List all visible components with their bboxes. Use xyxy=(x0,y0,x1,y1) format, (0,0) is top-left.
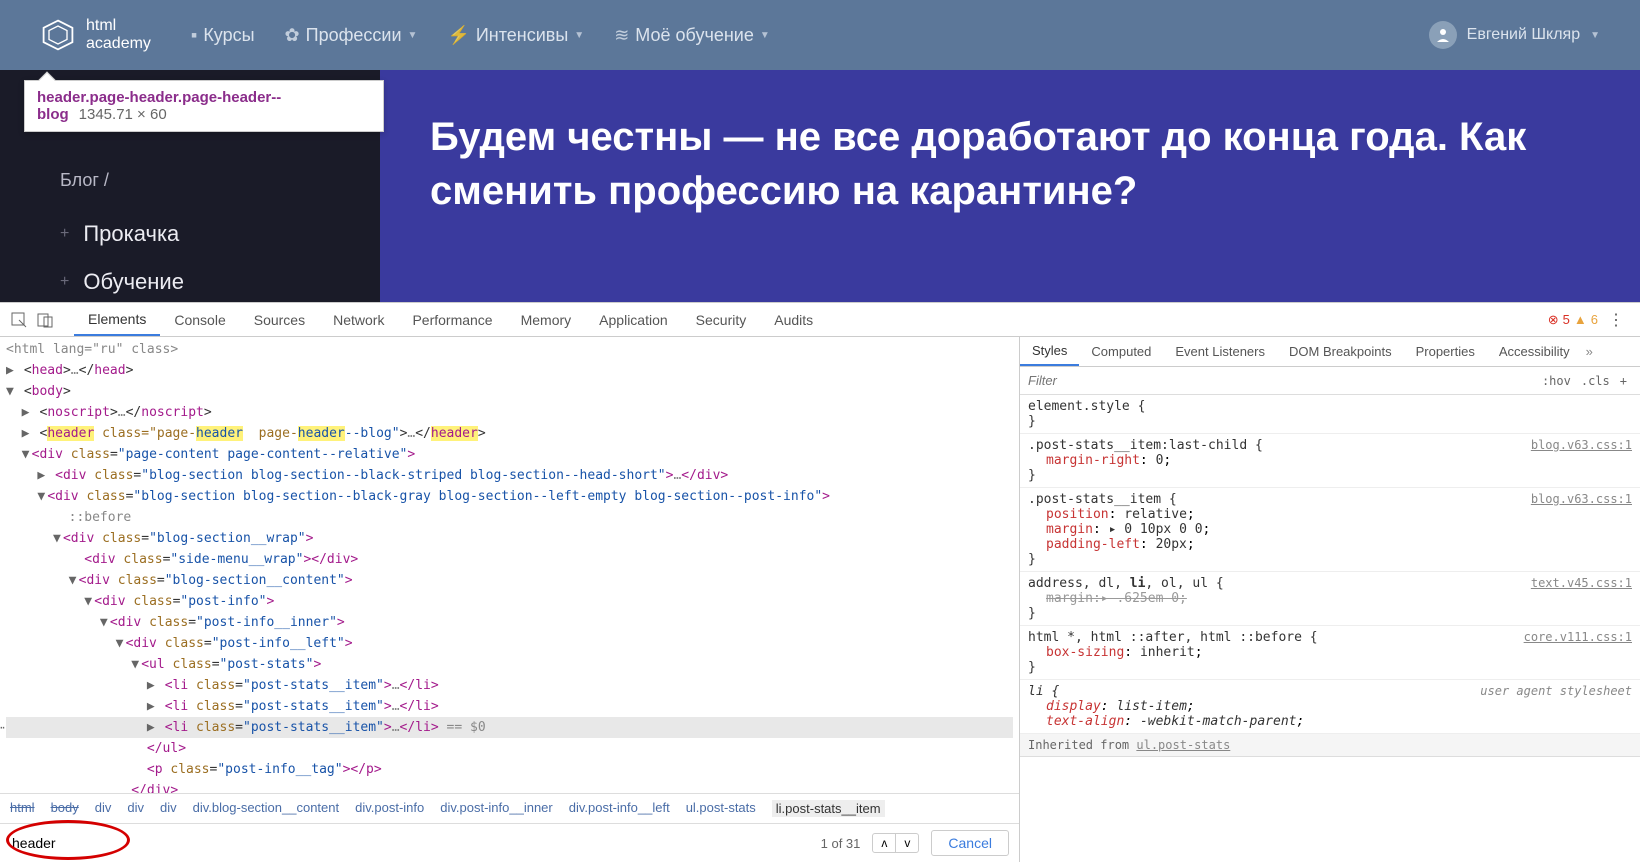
tab-elements[interactable]: Elements xyxy=(74,303,160,336)
book-icon: ≋ xyxy=(614,25,629,46)
rule-html-star[interactable]: core.v111.css:1 html *, html ::after, ht… xyxy=(1020,626,1640,680)
add-rule-button[interactable]: + xyxy=(1615,374,1632,388)
rule-user-agent-li[interactable]: user agent stylesheet li { display: list… xyxy=(1020,680,1640,734)
filter-input[interactable] xyxy=(1028,373,1537,388)
styles-tabs: Styles Computed Event Listeners DOM Brea… xyxy=(1020,337,1640,367)
search-next[interactable]: v xyxy=(896,834,918,852)
error-count: 5 xyxy=(1563,312,1570,327)
hero: Будем честны — не все доработают до конц… xyxy=(380,70,1640,302)
nav-intensives[interactable]: ⚡Интенсивы▼ xyxy=(447,25,584,46)
tab-dom-breakpoints[interactable]: DOM Breakpoints xyxy=(1277,337,1404,366)
logo-icon xyxy=(40,17,76,53)
tab-computed[interactable]: Computed xyxy=(1079,337,1163,366)
tab-accessibility[interactable]: Accessibility xyxy=(1487,337,1582,366)
styles-panel: Styles Computed Event Listeners DOM Brea… xyxy=(1020,337,1640,862)
chevron-down-icon: ▼ xyxy=(574,30,584,41)
inspect-icon[interactable] xyxy=(10,311,28,329)
warning-count: 6 xyxy=(1591,312,1598,327)
rule-element-style[interactable]: element.style { } xyxy=(1020,395,1640,434)
plus-icon: + xyxy=(60,273,69,291)
menu-icon[interactable]: ⋮ xyxy=(1602,310,1630,330)
breadcrumb[interactable]: Блог / xyxy=(60,170,340,191)
tooltip-dims: 1345.71 × 60 xyxy=(79,106,167,123)
rule-list-elements[interactable]: text.v45.css:1 address, dl, li, ol, ul {… xyxy=(1020,572,1640,626)
search-nav: ʌ v xyxy=(872,833,919,853)
elements-panel: <html lang="ru" class> ▶ <head>…</head> … xyxy=(0,337,1020,862)
logo-text: htmlacademy xyxy=(86,17,151,52)
logo[interactable]: htmlacademy xyxy=(40,17,151,53)
element-tooltip: header.page-header.page-header--blog1345… xyxy=(24,80,384,132)
search-prev[interactable]: ʌ xyxy=(873,834,896,852)
tab-security[interactable]: Security xyxy=(682,303,761,336)
user-name: Евгений Шкляр xyxy=(1467,26,1580,44)
source-link[interactable]: core.v111.css:1 xyxy=(1524,630,1632,644)
page-title: Будем честны — не все доработают до конц… xyxy=(430,110,1590,218)
bolt-icon: ⚡ xyxy=(447,25,469,46)
search-input[interactable] xyxy=(10,831,809,855)
rule-post-stats-item[interactable]: blog.v63.css:1 .post-stats__item { posit… xyxy=(1020,488,1640,572)
page-area: header.page-header.page-header--blog1345… xyxy=(0,70,1640,302)
chevron-down-icon: ▼ xyxy=(408,30,418,41)
chart-icon: ▪ xyxy=(191,25,197,46)
tab-styles[interactable]: Styles xyxy=(1020,337,1079,366)
device-icon[interactable] xyxy=(36,311,54,329)
hov-button[interactable]: :hov xyxy=(1537,374,1576,388)
selected-element[interactable]: ⋯ ▶ <li class="post-stats__item">…</li> … xyxy=(6,717,1013,738)
devtools-tabs: Elements Console Sources Network Perform… xyxy=(0,303,1640,337)
inherited-from[interactable]: Inherited from ul.post-stats xyxy=(1020,734,1640,757)
tab-memory[interactable]: Memory xyxy=(507,303,586,336)
nav-professions[interactable]: ✿Профессии▼ xyxy=(285,25,418,46)
tab-network[interactable]: Network xyxy=(319,303,398,336)
nav-courses[interactable]: ▪Курсы xyxy=(191,25,255,46)
styles-rules[interactable]: element.style { } blog.v63.css:1 .post-s… xyxy=(1020,395,1640,862)
chevron-down-icon: ▼ xyxy=(760,30,770,41)
tab-audits[interactable]: Audits xyxy=(760,303,827,336)
cls-button[interactable]: .cls xyxy=(1576,374,1615,388)
plus-icon: + xyxy=(60,225,69,243)
nav-learning[interactable]: ≋Моё обучение▼ xyxy=(614,25,770,46)
dom-tree[interactable]: <html lang="ru" class> ▶ <head>…</head> … xyxy=(0,337,1019,793)
tab-application[interactable]: Application xyxy=(585,303,682,336)
source-link[interactable]: blog.v63.css:1 xyxy=(1531,492,1632,506)
sidebar-item-prokachka[interactable]: +Прокачка xyxy=(60,221,340,247)
user-menu[interactable]: Евгений Шкляр ▼ xyxy=(1429,21,1600,49)
rule-last-child[interactable]: blog.v63.css:1 .post-stats__item:last-ch… xyxy=(1020,434,1640,488)
tab-sources[interactable]: Sources xyxy=(240,303,319,336)
avatar-icon xyxy=(1429,21,1457,49)
sidebar-item-obuchenie[interactable]: +Обучение xyxy=(60,269,340,295)
source-link[interactable]: blog.v63.css:1 xyxy=(1531,438,1632,452)
breadcrumb-trail[interactable]: html body div div div div.blog-section__… xyxy=(0,793,1019,823)
ua-label: user agent stylesheet xyxy=(1480,684,1632,698)
chevron-down-icon: ▼ xyxy=(1590,30,1600,41)
error-icon[interactable]: ⊗ xyxy=(1548,312,1559,328)
nav-items: ▪Курсы ✿Профессии▼ ⚡Интенсивы▼ ≋Моё обуч… xyxy=(191,25,1429,46)
cancel-button[interactable]: Cancel xyxy=(931,830,1009,856)
search-bar: 1 of 31 ʌ v Cancel xyxy=(0,823,1019,862)
source-link[interactable]: text.v45.css:1 xyxy=(1531,576,1632,590)
more-tabs-icon[interactable]: » xyxy=(1582,344,1597,359)
tab-performance[interactable]: Performance xyxy=(398,303,506,336)
tab-event-listeners[interactable]: Event Listeners xyxy=(1163,337,1277,366)
styles-filter: :hov .cls + xyxy=(1020,367,1640,395)
tab-console[interactable]: Console xyxy=(160,303,239,336)
gear-icon: ✿ xyxy=(285,25,300,46)
warning-icon[interactable]: ▲ xyxy=(1574,312,1587,327)
top-nav: htmlacademy ▪Курсы ✿Профессии▼ ⚡Интенсив… xyxy=(0,0,1640,70)
search-count: 1 of 31 xyxy=(821,836,861,851)
devtools: Elements Console Sources Network Perform… xyxy=(0,302,1640,862)
tab-properties[interactable]: Properties xyxy=(1404,337,1487,366)
